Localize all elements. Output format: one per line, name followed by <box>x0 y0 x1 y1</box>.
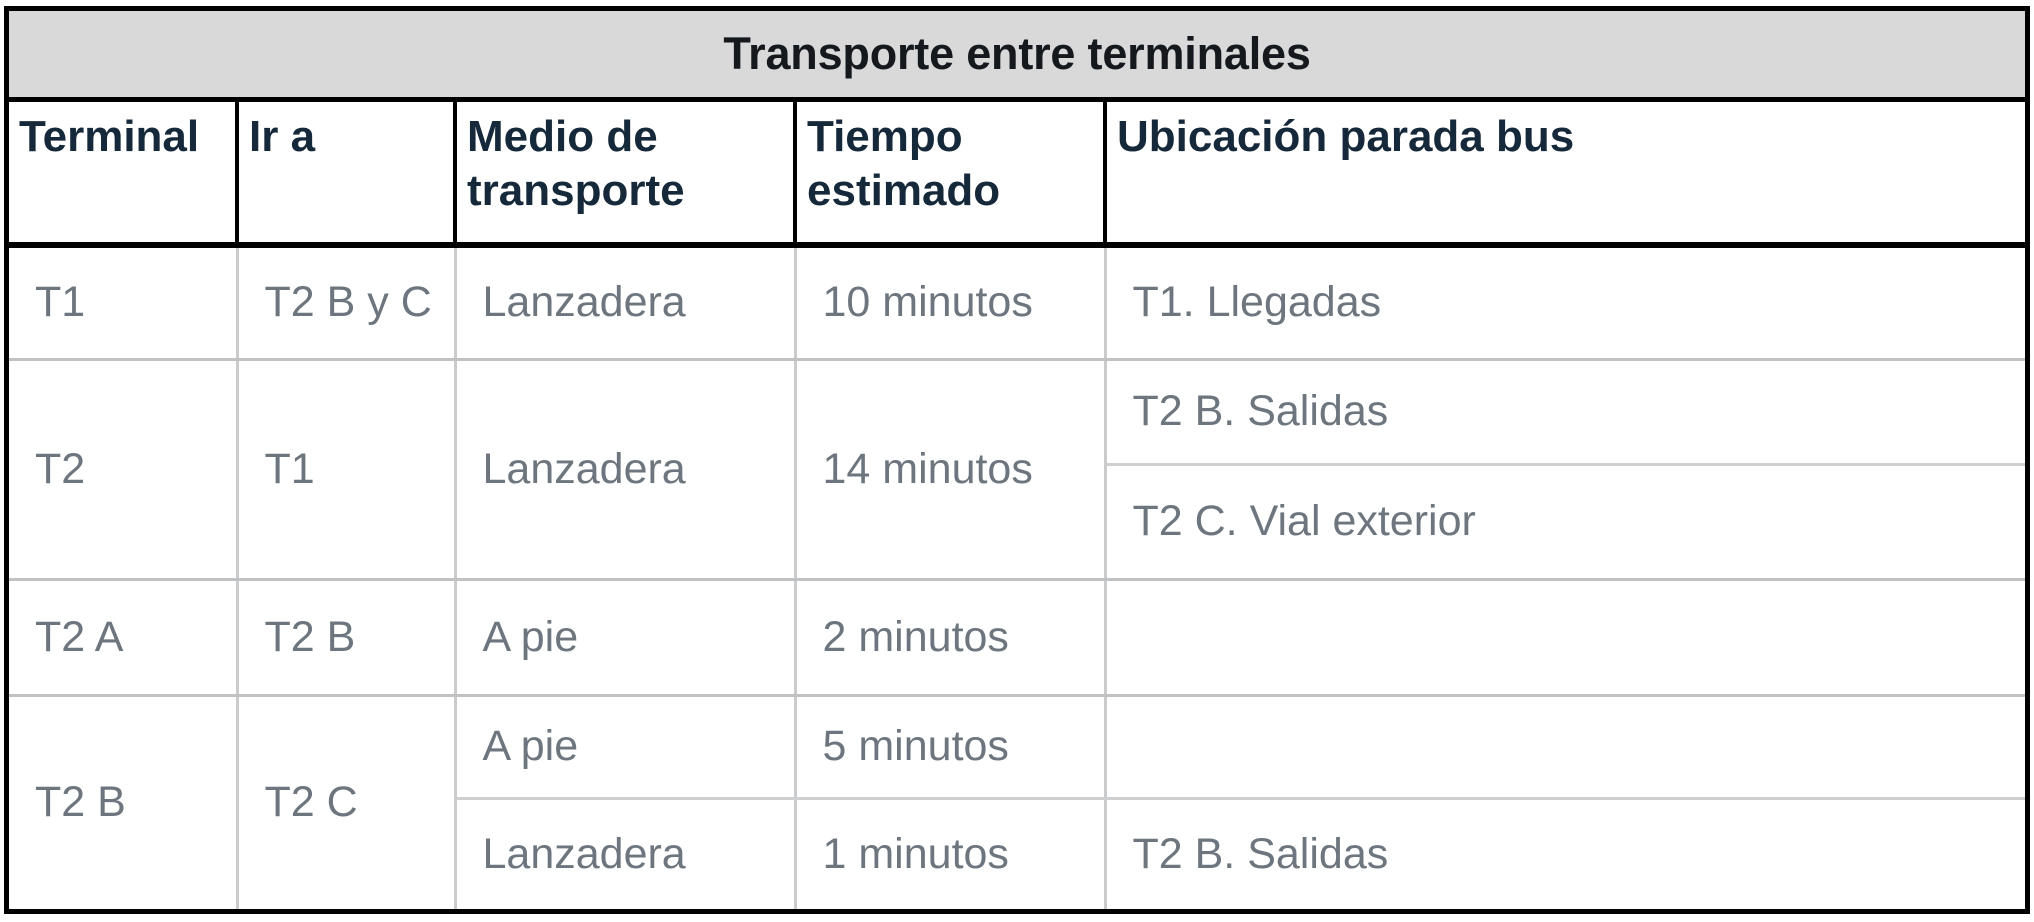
cell-text: T2 <box>35 444 86 493</box>
cell-ubicacion <box>1105 695 2026 801</box>
cell-text: T2 B y C <box>264 277 432 326</box>
cell-terminal: T2 <box>9 359 239 582</box>
column-header-medio-line2: transporte <box>467 165 685 215</box>
transport-table: Transporte entre terminales Terminal Ir … <box>9 11 2026 909</box>
table-title-row: Transporte entre terminales <box>9 11 2026 103</box>
table-title-cell: Transporte entre terminales <box>9 11 2026 103</box>
cell-text: A pie <box>482 612 579 661</box>
cell-tiempo: 1 minutos <box>795 798 1107 909</box>
cell-text <box>1133 746 2026 747</box>
cell-text: T2 B <box>35 778 126 827</box>
column-header-tiempo-line2: estimado <box>807 165 1001 215</box>
cell-text: 5 minutos <box>822 722 1009 771</box>
cell-text: T2 C <box>264 778 358 827</box>
cell-medio: A pie <box>455 579 797 697</box>
column-header-ubicacion-parada-bus: Ubicación parada bus <box>1105 99 2026 248</box>
cell-ir-a: T1 <box>237 359 457 582</box>
cell-text: 1 minutos <box>822 829 1009 878</box>
cell-medio: Lanzadera <box>455 798 797 909</box>
cell-text: T2 B <box>264 612 356 661</box>
transport-table-frame: Transporte entre terminales Terminal Ir … <box>4 6 2030 914</box>
cell-text: T2 A <box>35 612 124 661</box>
cell-ir-a: T2 B y C <box>237 244 457 361</box>
cell-medio: Lanzadera <box>455 244 797 361</box>
table-header-row: Terminal Ir a Medio de transporte Tiempo… <box>9 99 2026 248</box>
cell-text: T2 C. Vial exterior <box>1132 497 1476 546</box>
cell-text <box>1133 637 2026 638</box>
cell-text: 10 minutos <box>822 277 1033 326</box>
cell-ubicacion <box>1105 579 2026 697</box>
cell-text: 2 minutos <box>822 612 1009 661</box>
cell-ubicacion: T1. Llegadas <box>1105 244 2026 361</box>
column-header-ir-a-label: Ir a <box>249 112 316 162</box>
cell-ubicacion: T2 C. Vial exterior <box>1105 464 2026 581</box>
column-header-terminal: Terminal <box>9 99 239 248</box>
cell-text: T1 <box>264 444 315 493</box>
cell-ir-a: T2 C <box>237 695 457 909</box>
column-header-ir-a: Ir a <box>237 99 457 248</box>
cell-terminal: T2 A <box>9 579 239 697</box>
cell-text: Lanzadera <box>482 829 686 878</box>
cell-text: 14 minutos <box>822 444 1033 493</box>
cell-ir-a: T2 B <box>237 579 457 697</box>
column-header-tiempo-line1: Tiempo <box>807 112 963 162</box>
column-header-medio-line1: Medio de <box>467 112 658 162</box>
column-header-medio-de-transporte: Medio de transporte <box>455 99 797 248</box>
table-title: Transporte entre terminales <box>723 28 1311 80</box>
cell-text: A pie <box>482 722 579 771</box>
cell-text: T2 B. Salidas <box>1132 387 1389 436</box>
cell-ubicacion: T2 B. Salidas <box>1105 798 2026 909</box>
cell-medio: A pie <box>455 695 797 801</box>
table-row: T2 B T2 C A pie 5 minutos <box>9 695 2026 909</box>
cell-tiempo: 10 minutos <box>795 244 1107 361</box>
cell-terminal: T1 <box>9 244 239 361</box>
table-row: T2 A T2 B A pie 2 minutos <box>9 579 2026 697</box>
cell-text: T1. Llegadas <box>1132 277 1382 326</box>
cell-tiempo: 5 minutos <box>795 695 1107 801</box>
cell-text: Lanzadera <box>482 277 686 326</box>
table-row: T2 T1 Lanzadera 14 minutos T2 B. Salidas <box>9 359 2026 582</box>
cell-medio: Lanzadera <box>455 359 797 582</box>
cell-tiempo: 2 minutos <box>795 579 1107 697</box>
column-header-terminal-label: Terminal <box>19 112 200 162</box>
cell-ubicacion: T2 B. Salidas <box>1105 359 2026 467</box>
cell-tiempo: 14 minutos <box>795 359 1107 582</box>
table-row: T1 T2 B y C Lanzadera 10 minutos T1. Lle… <box>9 244 2026 361</box>
cell-text: Lanzadera <box>482 444 686 493</box>
column-header-ubicacion-label: Ubicación parada bus <box>1117 112 1575 162</box>
cell-terminal: T2 B <box>9 695 239 909</box>
cell-text: T1 <box>35 277 86 326</box>
cell-text: T2 B. Salidas <box>1132 829 1389 878</box>
column-header-tiempo-estimado: Tiempo estimado <box>795 99 1107 248</box>
